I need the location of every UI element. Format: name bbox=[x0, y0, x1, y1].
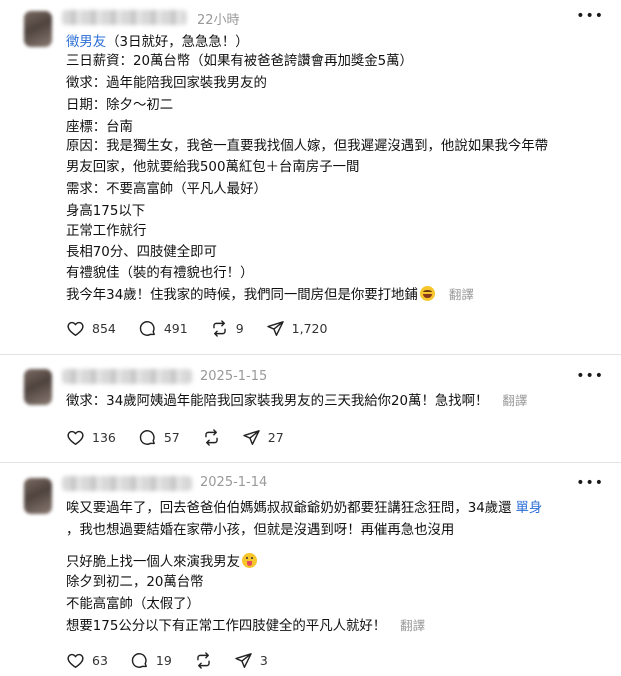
heart-icon bbox=[67, 321, 84, 336]
post-divider bbox=[0, 354, 621, 355]
comment-button[interactable]: 491 bbox=[138, 319, 188, 338]
share-count: 27 bbox=[267, 429, 284, 445]
translate-link[interactable]: 翻譯 bbox=[449, 287, 474, 302]
repost-icon bbox=[197, 651, 210, 669]
post-timestamp[interactable]: 22小時 bbox=[197, 9, 240, 28]
post-text-line: 我今年34歲！住我家的時候，我們同一間房但是你要打地鋪 翻譯 bbox=[66, 286, 474, 303]
like-count: 136 bbox=[92, 429, 116, 445]
comment-count: 491 bbox=[163, 320, 188, 336]
comment-count: 57 bbox=[163, 429, 180, 445]
share-count: 1,720 bbox=[291, 320, 328, 336]
post-text-line: 徵男友（3日就好，急急急！） bbox=[66, 35, 249, 50]
comment-button[interactable]: 19 bbox=[130, 651, 172, 670]
share-button[interactable]: 1,720 bbox=[266, 319, 328, 338]
post-text-line: 三日薪資：20萬台幣（如果有被爸爸誇讚會再加獎金5萬） bbox=[66, 54, 413, 69]
post-text-line: 長相70分、四肢健全即可 bbox=[66, 245, 217, 260]
heart-icon bbox=[67, 430, 84, 445]
post-text-line: 只好脆上找一個人來演我男友 bbox=[66, 553, 258, 572]
repost-icon bbox=[212, 319, 226, 337]
like-button[interactable]: 854 bbox=[66, 319, 116, 338]
post-text-line: 想要175公分以下有正常工作四肢健全的平凡人就好！ 翻譯 bbox=[66, 618, 426, 634]
like-button[interactable]: 63 bbox=[66, 651, 108, 670]
post-text-line: 需求：不要高富帥（平凡人最好） bbox=[66, 182, 267, 197]
comment-bubble-icon bbox=[139, 320, 155, 336]
like-count: 63 bbox=[92, 652, 108, 668]
comment-count: 19 bbox=[155, 652, 172, 668]
hashtag-link[interactable]: 單身 bbox=[516, 501, 543, 516]
post-text-line: 原因：我是獨生女，我爸一直要我找個人嫁，但我遲遲沒遇到，他說如果我今年帶 bbox=[66, 139, 549, 154]
post-text-line: 有禮貌佳（裝的有禮貌也行！） bbox=[66, 266, 254, 281]
heart-icon bbox=[67, 653, 84, 668]
translate-link[interactable]: 翻譯 bbox=[502, 393, 527, 408]
send-icon bbox=[243, 429, 260, 445]
like-button[interactable]: 136 bbox=[66, 428, 116, 447]
username-blurred[interactable] bbox=[62, 476, 192, 491]
send-icon bbox=[266, 320, 284, 336]
post-text-line: 徵求：過年能陪我回家裝我男友的 bbox=[66, 76, 267, 91]
like-count: 854 bbox=[92, 320, 116, 336]
repost-button[interactable]: 9 bbox=[210, 319, 244, 338]
post-text-line: 身高175以下 bbox=[66, 204, 146, 219]
send-icon bbox=[235, 652, 252, 668]
post-text-line: 除夕到初二，20萬台幣 bbox=[66, 575, 204, 590]
share-button[interactable]: 3 bbox=[234, 651, 268, 670]
avatar[interactable] bbox=[24, 369, 52, 405]
avatar[interactable] bbox=[24, 11, 52, 47]
post-text-line: 座標：台南 bbox=[66, 120, 133, 135]
post-actions: 136 57 27 bbox=[66, 427, 306, 447]
post-actions: 854 491 9 1,720 bbox=[66, 318, 349, 338]
post-text-line: 正常工作就行 bbox=[66, 224, 147, 239]
more-options-icon[interactable]: ••• bbox=[576, 475, 604, 491]
translate-link[interactable]: 翻譯 bbox=[400, 618, 425, 633]
post-text-line: 日期：除夕～初二 bbox=[66, 98, 174, 113]
comment-bubble-icon bbox=[139, 429, 155, 445]
more-options-icon[interactable]: ••• bbox=[576, 368, 604, 384]
post-divider bbox=[0, 462, 621, 463]
post-text-line: 唉又要過年了，回去爸爸伯伯媽媽叔叔爺爺奶奶都要狂講狂念狂問，34歲還 單身 bbox=[66, 501, 543, 516]
avatar[interactable] bbox=[24, 478, 52, 514]
post-text-line: 徵求：34歲阿姨過年能陪我回家裝我男友的三天我給你20萬！急找啊！ 翻譯 bbox=[66, 393, 528, 409]
username-blurred[interactable] bbox=[62, 10, 187, 25]
repost-count: 9 bbox=[235, 320, 244, 336]
post-timestamp[interactable]: 2025-1-15 bbox=[200, 369, 267, 384]
share-count: 3 bbox=[259, 652, 268, 668]
post-text-line: ，我也想過要結婚在家帶小孩，但就是沒遇到呀！再催再急也沒用 bbox=[66, 523, 455, 538]
more-options-icon[interactable]: ••• bbox=[576, 8, 604, 24]
repost-icon bbox=[205, 428, 218, 446]
share-button[interactable]: 27 bbox=[242, 428, 284, 447]
comment-bubble-icon bbox=[131, 652, 147, 668]
comment-button[interactable]: 57 bbox=[138, 428, 180, 447]
post-text-line: 男友回家，他就要給我500萬紅包＋台南房子一間 bbox=[66, 160, 360, 175]
hashtag-link[interactable]: 徵男友 bbox=[66, 35, 106, 50]
tongue-emoji-icon bbox=[242, 553, 258, 568]
post-timestamp[interactable]: 2025-1-14 bbox=[200, 475, 267, 490]
post-text-line: 不能高富帥（太假了） bbox=[66, 597, 200, 612]
repost-button[interactable] bbox=[202, 428, 228, 447]
repost-button[interactable] bbox=[194, 651, 220, 670]
post-actions: 63 19 3 bbox=[66, 650, 290, 670]
username-blurred[interactable] bbox=[62, 369, 192, 384]
laughing-emoji-icon bbox=[419, 286, 435, 301]
